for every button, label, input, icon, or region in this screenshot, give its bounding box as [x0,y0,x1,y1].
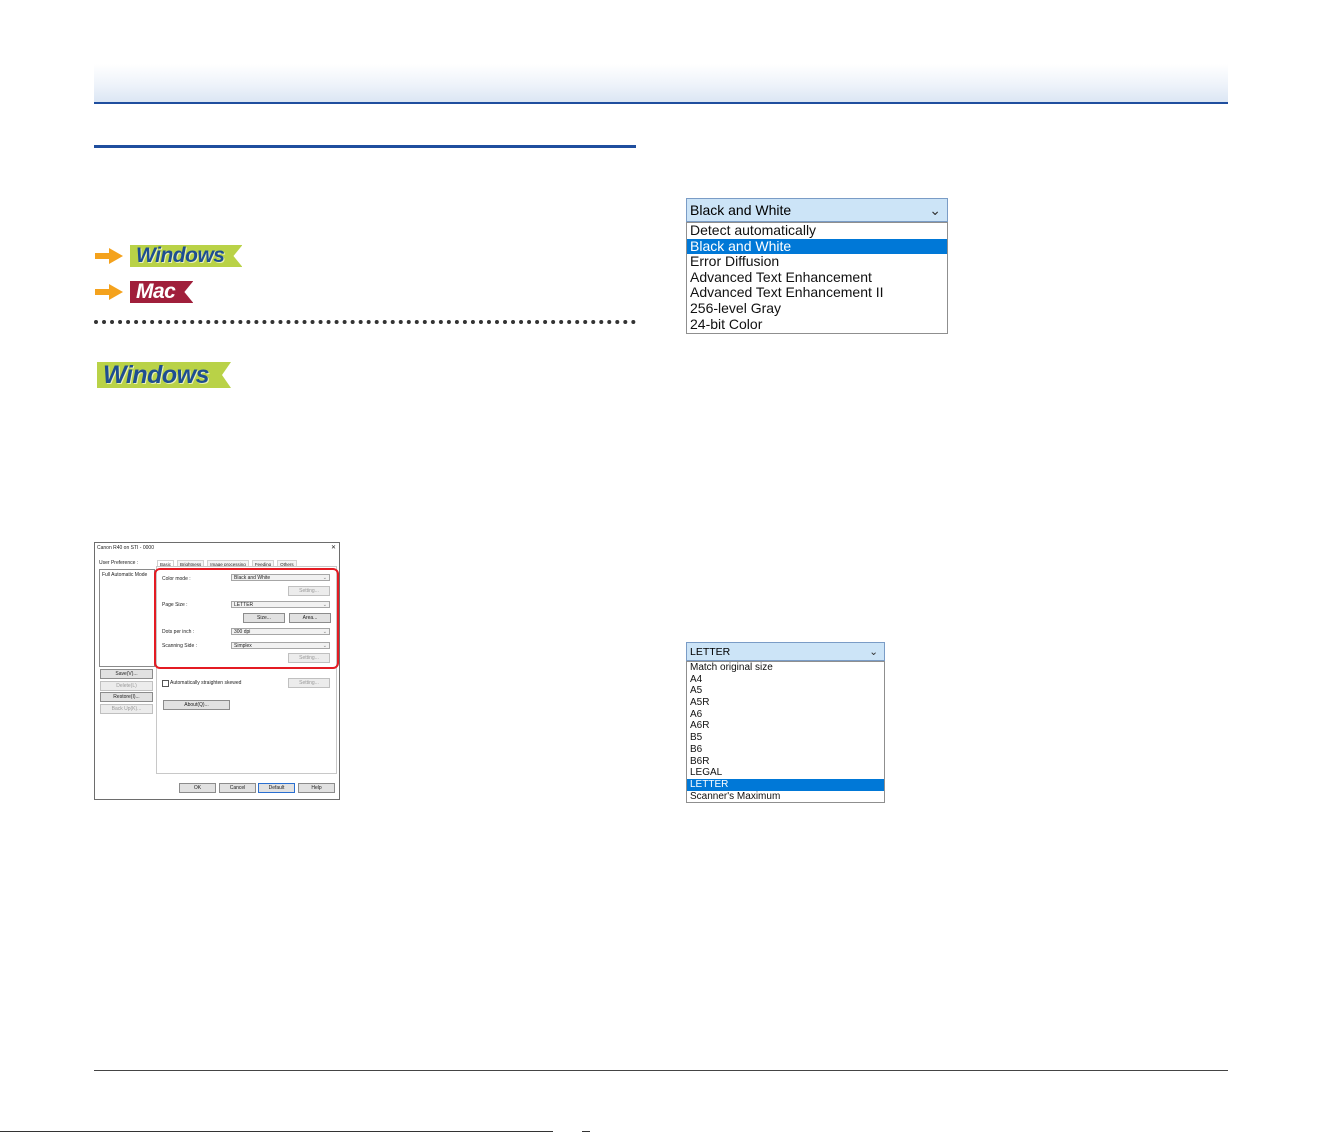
page-header-band [94,64,1228,104]
user-preference-label: User Preference : [99,560,139,566]
dialog-title: Canon R40 on STI - 0000 [97,545,154,551]
page-size-option[interactable]: A6 [687,709,884,721]
page-size-option[interactable]: B6R [687,756,884,768]
ok-button[interactable]: OK [179,783,216,793]
windows-banner[interactable]: Windows [130,245,242,267]
chevron-down-icon: ⌄ [929,202,941,218]
delete-preference-button[interactable]: Delete(L) [100,681,153,691]
section-heading-rule [94,145,636,148]
default-button[interactable]: Default [258,783,295,793]
user-preference-list[interactable]: Full Automatic Mode [99,569,155,667]
page-size-option[interactable]: Match original size [687,662,884,674]
arrow-right-icon [95,248,123,264]
color-mode-option-selected[interactable]: Black and White [687,238,947,255]
auto-straighten-label: Automatically straighten skewed [170,680,242,686]
mac-banner[interactable]: Mac [130,281,193,303]
scanner-settings-dialog: Canon R40 on STI - 0000 ✕ User Preferenc… [94,542,340,800]
color-mode-option[interactable]: Error Diffusion [687,254,947,270]
restore-preference-button[interactable]: Restore(I)... [100,692,153,702]
page-size-option[interactable]: A5R [687,697,884,709]
color-mode-option[interactable]: Detect automatically [687,222,947,239]
windows-link-row[interactable]: Windows [94,245,242,267]
dialog-titlebar: Canon R40 on STI - 0000 ✕ [95,543,339,553]
windows-section-banner: Windows [97,362,231,388]
about-button[interactable]: About(Q)... [163,700,230,710]
auto-straighten-checkbox[interactable] [162,680,169,687]
cancel-button[interactable]: Cancel [219,783,256,793]
arrow-right-icon [95,284,123,300]
page-size-dropdown[interactable]: LETTER ⌄ [686,642,885,661]
color-mode-dropdown[interactable]: Black and White ⌄ [686,198,948,222]
page-size-option[interactable]: B5 [687,732,884,744]
preference-item[interactable]: Full Automatic Mode [102,572,147,578]
page-size-option[interactable]: A5 [687,685,884,697]
backup-preference-button[interactable]: Back Up(K)... [100,704,153,714]
page-size-option[interactable]: LEGAL [687,767,884,779]
page-size-option-selected[interactable]: LETTER [687,778,884,791]
straighten-setting-button[interactable]: Setting... [288,678,330,688]
page-size-option[interactable]: A4 [687,674,884,686]
color-mode-option[interactable]: 24-bit Color [687,316,947,333]
color-mode-option[interactable]: Advanced Text Enhancement [687,269,947,286]
save-preference-button[interactable]: Save(V)... [100,669,153,679]
mac-link-row[interactable]: Mac [94,281,193,303]
highlight-box [154,568,339,669]
page-size-options-list: Match original size A4 A5 A5R A6 A6R B5 … [686,661,885,803]
color-mode-options-list: Detect automatically Black and White Err… [686,222,948,334]
color-mode-option[interactable]: Advanced Text Enhancement II [687,285,947,301]
help-button[interactable]: Help [298,783,335,793]
bottom-edge-line [0,1131,553,1132]
bottom-edge-dash [582,1131,590,1132]
page-size-option[interactable]: B6 [687,744,884,756]
windows-section-heading: Windows [97,362,231,388]
close-icon[interactable]: ✕ [331,544,336,551]
page-size-option[interactable]: A6R [687,720,884,732]
color-mode-dropdown-value: Black and White [690,202,792,218]
page-size-dropdown-value: LETTER [690,646,731,658]
page-size-option[interactable]: Scanner's Maximum [687,791,884,803]
footer-rule [94,1070,1228,1071]
dotted-separator [94,320,636,324]
chevron-down-icon: ⌄ [869,646,878,658]
color-mode-option[interactable]: 256-level Gray [687,300,947,317]
